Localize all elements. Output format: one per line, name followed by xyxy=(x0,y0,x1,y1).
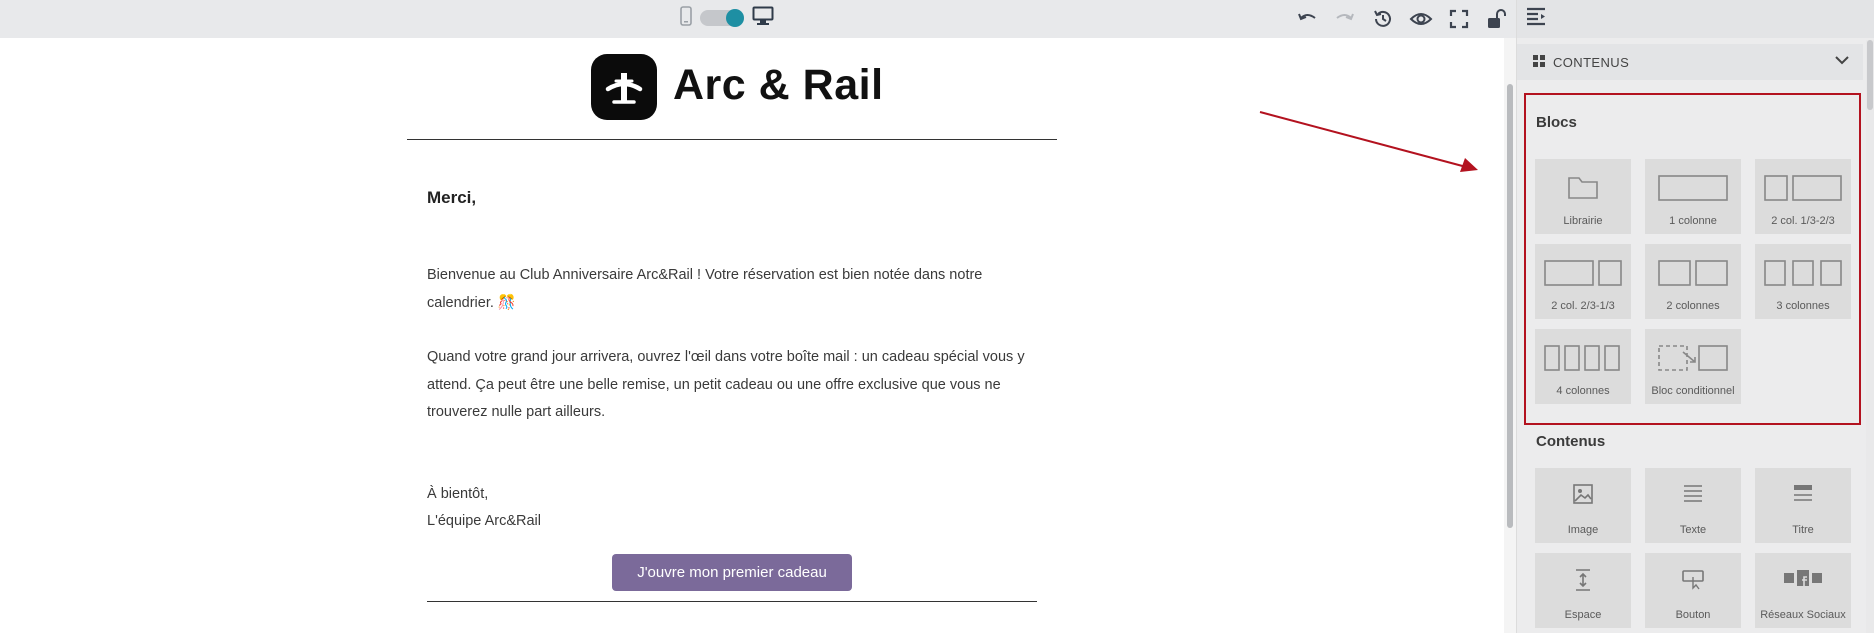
contenus-title: Contenus xyxy=(1536,433,1606,450)
content-tile-image[interactable]: Image xyxy=(1535,468,1631,543)
content-tile-reseaux-sociaux[interactable]: Réseaux Sociaux xyxy=(1755,553,1851,628)
bloc-tile-librairie[interactable]: Librairie xyxy=(1535,159,1631,234)
panel-top-bar xyxy=(1517,0,1874,38)
content-label: Image xyxy=(1567,524,1599,536)
text-icon xyxy=(1645,483,1741,505)
one-column-icon xyxy=(1645,174,1741,202)
bloc-label: 2 colonnes xyxy=(1666,300,1720,312)
canvas-scroll-thumb[interactable] xyxy=(1507,84,1513,528)
brand-logo xyxy=(591,54,657,120)
bloc-label: 4 colonnes xyxy=(1556,385,1610,397)
content-tile-bouton[interactable]: Bouton xyxy=(1645,553,1741,628)
footer-divider xyxy=(427,601,1037,602)
side-panel: CONTENUS Blocs Librairie 1 colonne 2 col… xyxy=(1516,0,1874,633)
bloc-label: Librairie xyxy=(1563,215,1603,227)
social-networks-icon xyxy=(1755,568,1851,588)
content-tile-texte[interactable]: Texte xyxy=(1645,468,1741,543)
panel-scroll-thumb[interactable] xyxy=(1867,40,1873,110)
bloc-label: Bloc conditionnel xyxy=(1651,385,1735,397)
folder-icon xyxy=(1535,174,1631,200)
conditional-block-icon xyxy=(1645,344,1741,372)
fullscreen-icon[interactable] xyxy=(1440,4,1478,34)
redo-icon[interactable] xyxy=(1326,4,1364,34)
bloc-tile-2-col-2-3-1-3[interactable]: 2 col. 2/3-1/3 xyxy=(1535,244,1631,319)
header-divider xyxy=(407,139,1057,140)
two-col-2-3-1-3-icon xyxy=(1535,259,1631,287)
bloc-label: 3 colonnes xyxy=(1776,300,1830,312)
blocs-title: Blocs xyxy=(1536,114,1577,131)
content-label: Réseaux Sociaux xyxy=(1760,609,1846,621)
bloc-tile-3-colonnes[interactable]: 3 colonnes xyxy=(1755,244,1851,319)
desktop-icon[interactable] xyxy=(752,6,774,31)
grid-icon xyxy=(1533,54,1545,70)
bloc-label: 2 col. 2/3-1/3 xyxy=(1551,300,1615,312)
content-label: Bouton xyxy=(1675,609,1711,621)
paragraph-gift: Quand votre grand jour arrivera, ouvrez … xyxy=(427,349,1025,420)
spacer-icon xyxy=(1535,568,1631,592)
panel-toggle-icon[interactable] xyxy=(1525,6,1547,31)
brand-name: Arc & Rail xyxy=(673,61,884,109)
panel-scrollbar[interactable] xyxy=(1866,40,1874,633)
title-icon xyxy=(1755,483,1851,505)
content-tile-titre[interactable]: Titre xyxy=(1755,468,1851,543)
toolbar-actions xyxy=(1288,4,1516,34)
preview-eye-icon[interactable] xyxy=(1402,4,1440,34)
content-label: Texte xyxy=(1679,524,1707,536)
email-editor: Arc & Rail Merci, Bienvenue au Club Anni… xyxy=(0,0,1874,633)
paragraph-welcome: Bienvenue au Club Anniversaire Arc&Rail … xyxy=(427,267,983,311)
bloc-label: 1 colonne xyxy=(1669,215,1717,227)
greeting-text: Merci, xyxy=(427,188,477,207)
signature-text: L'équipe Arc&Rail xyxy=(427,513,542,529)
content-label: Espace xyxy=(1564,609,1602,621)
content-tile-espace[interactable]: Espace xyxy=(1535,553,1631,628)
contenus-section-header[interactable]: CONTENUS xyxy=(1517,44,1863,80)
content-label: Titre xyxy=(1792,524,1814,536)
image-icon xyxy=(1535,483,1631,505)
history-icon[interactable] xyxy=(1364,4,1402,34)
undo-icon[interactable] xyxy=(1288,4,1326,34)
chevron-down-icon[interactable] xyxy=(1833,53,1851,70)
bloc-tile-4-colonnes[interactable]: 4 colonnes xyxy=(1535,329,1631,404)
button-icon xyxy=(1645,568,1741,590)
bloc-tile-conditionnel[interactable]: Bloc conditionnel xyxy=(1645,329,1741,404)
annotation-arrow xyxy=(1259,111,1478,172)
two-col-1-3-2-3-icon xyxy=(1755,174,1851,202)
canvas-scrollbar[interactable] xyxy=(1504,38,1516,633)
device-toggle-knob xyxy=(726,9,744,27)
cta-button[interactable]: J'ouvre mon premier cadeau xyxy=(612,554,852,591)
unlock-icon[interactable] xyxy=(1478,4,1516,34)
two-columns-icon xyxy=(1645,259,1741,287)
bloc-label: 2 col. 1/3-2/3 xyxy=(1771,215,1835,227)
bloc-tile-2-col-1-3-2-3[interactable]: 2 col. 1/3-2/3 xyxy=(1755,159,1851,234)
top-toolbar xyxy=(0,0,1516,38)
three-columns-icon xyxy=(1755,259,1851,287)
device-switch xyxy=(680,5,774,31)
device-toggle[interactable] xyxy=(700,9,744,27)
bloc-tile-2-colonnes[interactable]: 2 colonnes xyxy=(1645,244,1741,319)
four-columns-icon xyxy=(1535,344,1631,372)
mobile-icon[interactable] xyxy=(680,5,692,31)
contenus-header-label: CONTENUS xyxy=(1553,54,1630,70)
signature-block: À bientôt, L'équipe Arc&Rail xyxy=(427,481,541,535)
signoff-text: À bientôt, xyxy=(427,486,489,502)
bloc-tile-1-colonne[interactable]: 1 colonne xyxy=(1645,159,1741,234)
